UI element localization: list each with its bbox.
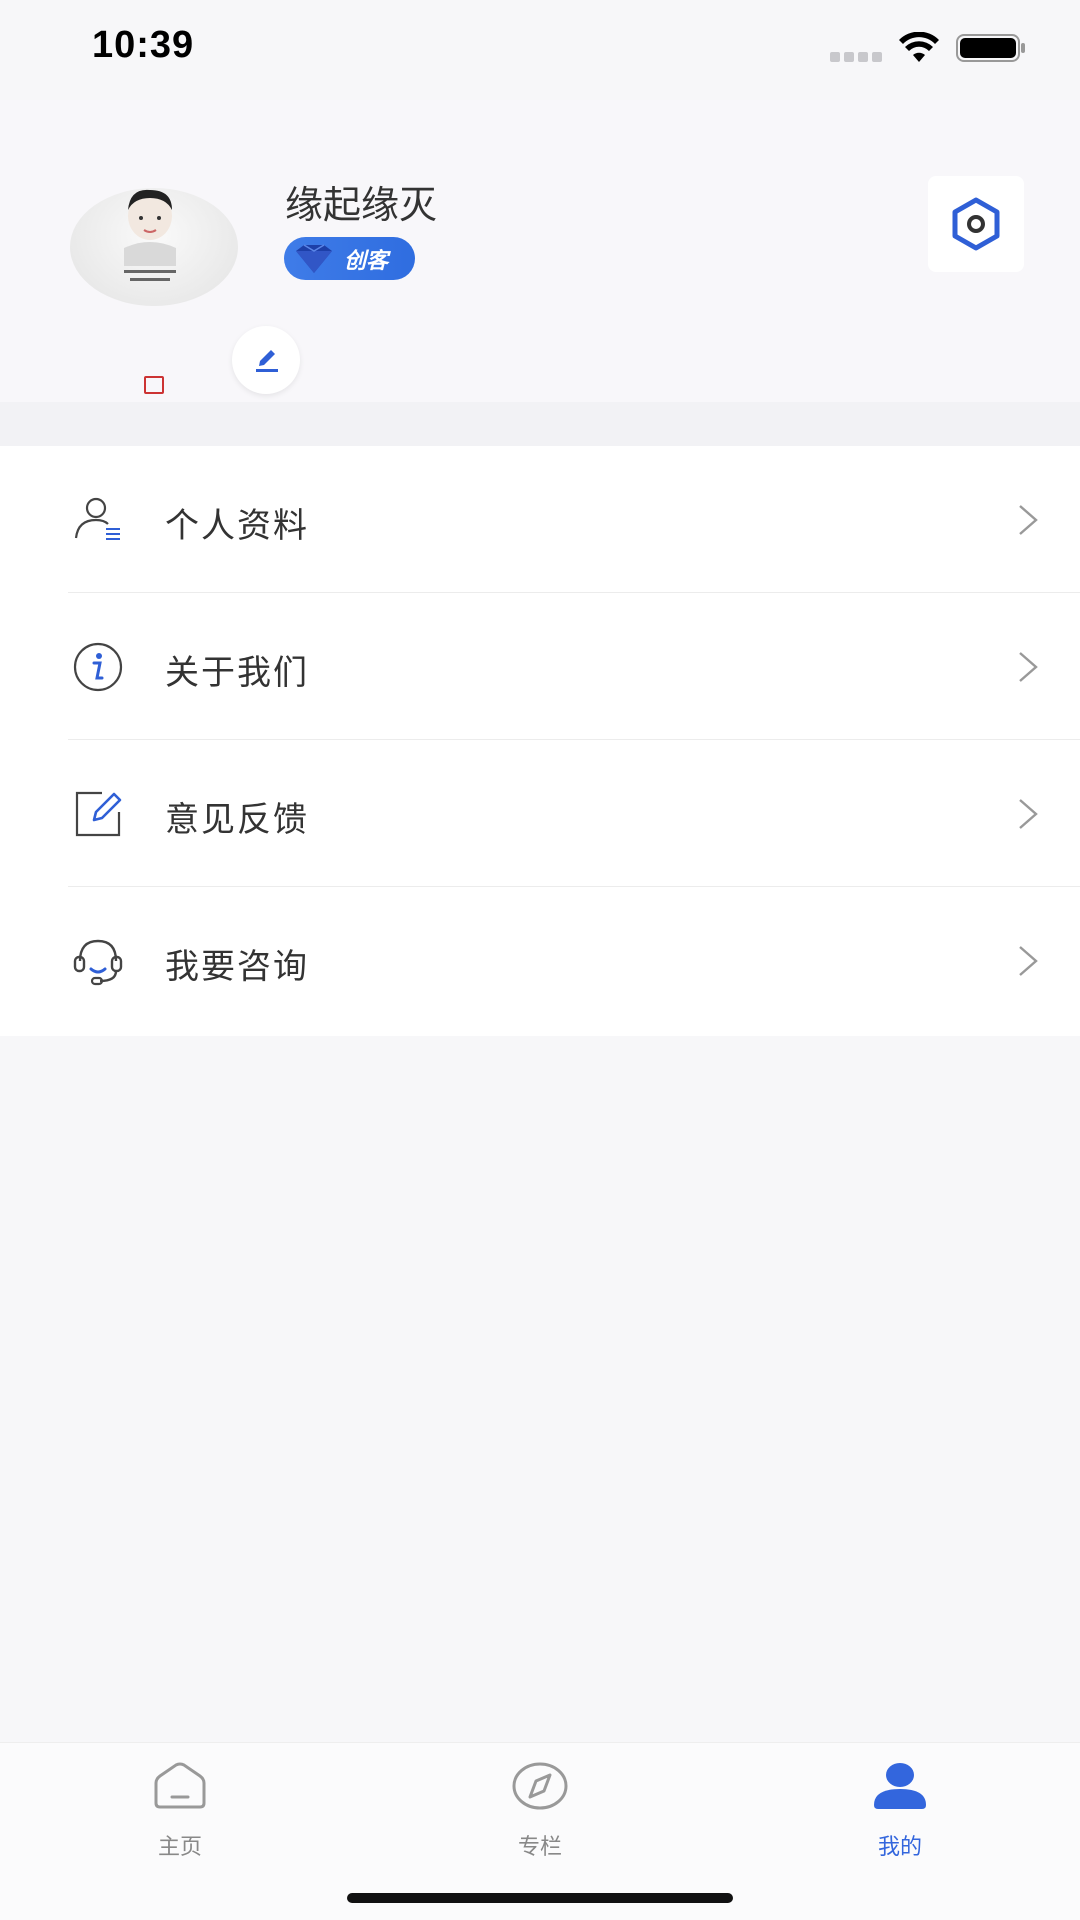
chevron-right-icon xyxy=(1019,652,1038,682)
screen: 10:39 缘起缘灭 创客 个人资料 关于我们 意见反馈 我要咨询 主页 专栏 … xyxy=(0,0,1080,1920)
avatar-image xyxy=(124,189,176,281)
menu-item-consult[interactable]: 我要咨询 xyxy=(0,887,1080,1034)
status-bar: 10:39 xyxy=(0,0,1080,100)
menu-item-label: 意见反馈 xyxy=(165,800,309,840)
pencil-icon xyxy=(256,350,278,372)
user-icon xyxy=(874,1763,926,1809)
menu-list: 个人资料 关于我们 意见反馈 我要咨询 xyxy=(0,446,1080,1036)
avatar[interactable] xyxy=(70,188,300,394)
menu-item-label: 关于我们 xyxy=(165,653,309,693)
home-indicator[interactable] xyxy=(347,1893,733,1903)
section-divider xyxy=(0,402,1080,446)
username: 缘起缘灭 xyxy=(285,183,438,227)
settings-button[interactable] xyxy=(928,176,1024,272)
battery-icon xyxy=(956,34,1025,62)
menu-item-profile[interactable]: 个人资料 xyxy=(0,446,1080,593)
menu-item-about[interactable]: 关于我们 xyxy=(0,593,1080,740)
tab-label: 我的 xyxy=(877,1835,922,1860)
user-profile-icon xyxy=(74,497,120,540)
stamp-mark xyxy=(144,376,164,394)
badge-label: 创客 xyxy=(344,249,389,274)
profile-header: 缘起缘灭 创客 xyxy=(0,100,1080,402)
headset-icon xyxy=(73,939,123,986)
tab-label: 主页 xyxy=(157,1835,202,1860)
edit-avatar-button[interactable] xyxy=(232,326,300,394)
menu-item-feedback[interactable]: 意见反馈 xyxy=(0,740,1080,887)
hexagon-settings-icon xyxy=(952,197,1000,251)
info-icon xyxy=(73,642,123,692)
tab-home[interactable]: 主页 xyxy=(100,1761,260,1861)
status-time: 10:39 xyxy=(92,24,195,66)
chevron-right-icon xyxy=(1019,946,1038,976)
tab-mine[interactable]: 我的 xyxy=(820,1761,980,1861)
diamond-icon xyxy=(296,244,332,273)
chevron-right-icon xyxy=(1019,505,1038,535)
home-icon xyxy=(154,1762,206,1809)
compass-icon xyxy=(512,1762,568,1810)
feedback-edit-icon xyxy=(75,791,122,837)
menu-item-label: 个人资料 xyxy=(165,506,309,546)
tab-label: 专栏 xyxy=(517,1835,562,1860)
wifi-icon xyxy=(899,32,939,62)
chevron-right-icon xyxy=(1019,799,1038,829)
cellular-signal-icon xyxy=(830,52,882,62)
tab-column[interactable]: 专栏 xyxy=(460,1761,620,1861)
member-badge: 创客 xyxy=(284,237,415,280)
menu-item-label: 我要咨询 xyxy=(165,947,309,987)
